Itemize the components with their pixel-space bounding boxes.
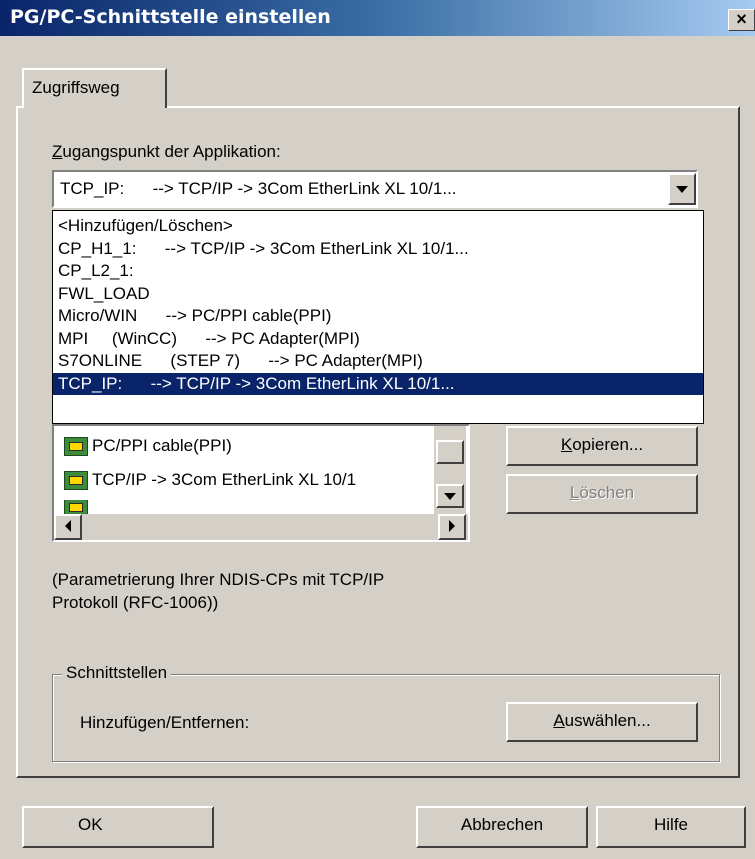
network-card-icon [64,470,88,490]
dropdown-item-add-remove[interactable]: <Hinzufügen/Löschen> [53,215,703,238]
interfaces-group-legend: Schnittstellen [62,663,172,683]
list-item[interactable]: TCP/IP -> 3Com EtherLink XL 10/1 [64,466,356,494]
chevron-right-icon [449,520,455,532]
dropdown-item-fwl-load[interactable]: FWL_LOAD [53,283,703,306]
window-title: PG/PC-Schnittstelle einstellen [10,6,331,28]
access-description: (Parametrierung Ihrer NDIS-CPs mit TCP/I… [52,570,385,612]
close-button[interactable]: × [728,9,755,31]
cancel-button[interactable]: Abbrechen [416,806,588,848]
network-card-icon [64,500,88,514]
delete-button[interactable]: Löschen [506,474,698,514]
access-point-selected-value: TCP_IP: --> TCP/IP -> 3Com EtherLink XL … [60,179,457,198]
access-point-dropdown-list[interactable]: <Hinzufügen/Löschen> CP_H1_1: --> TCP/IP… [52,210,704,424]
copy-button[interactable]: Kopieren... [506,426,698,466]
access-point-label: Zugangspunkt der Applikation: [52,142,281,161]
dropdown-item-cp-h1-1[interactable]: CP_H1_1: --> TCP/IP -> 3Com EtherLink XL… [53,238,703,261]
dropdown-item-micro-win[interactable]: Micro/WIN --> PC/PPI cable(PPI) [53,305,703,328]
chevron-left-icon [65,520,71,532]
combobox-dropdown-button[interactable] [668,173,696,205]
dropdown-item-mpi[interactable]: MPI (WinCC) --> PC Adapter(MPI) [53,328,703,351]
listbox-vertical-scrollbar[interactable] [434,426,466,518]
list-item-partial[interactable] [64,500,92,514]
scroll-down-button[interactable] [436,484,464,508]
dropdown-item-s7online[interactable]: S7ONLINE (STEP 7) --> PC Adapter(MPI) [53,350,703,373]
chevron-down-icon [676,186,688,193]
network-card-icon [64,436,88,456]
scrollbar-thumb[interactable] [436,440,464,464]
chevron-down-icon [444,493,456,500]
list-item[interactable]: PC/PPI cable(PPI) [64,432,232,460]
tab-label: Zugriffsweg [32,78,120,97]
dropdown-item-tcp-ip[interactable]: TCP_IP: --> TCP/IP -> 3Com EtherLink XL … [53,372,703,395]
tab-zugriffsweg[interactable]: Zugriffsweg [22,68,167,108]
scroll-right-button[interactable] [438,514,466,540]
select-button[interactable]: Auswählen... [506,702,698,742]
help-button[interactable]: Hilfe [596,806,746,848]
add-remove-label: Hinzufügen/Entfernen: [80,713,250,732]
dropdown-item-cp-l2-1[interactable]: CP_L2_1: [53,260,703,283]
close-icon: × [736,9,747,29]
ok-button[interactable]: OK [22,806,214,848]
scroll-left-button[interactable] [54,514,82,540]
listbox-horizontal-scrollbar[interactable] [54,514,468,540]
